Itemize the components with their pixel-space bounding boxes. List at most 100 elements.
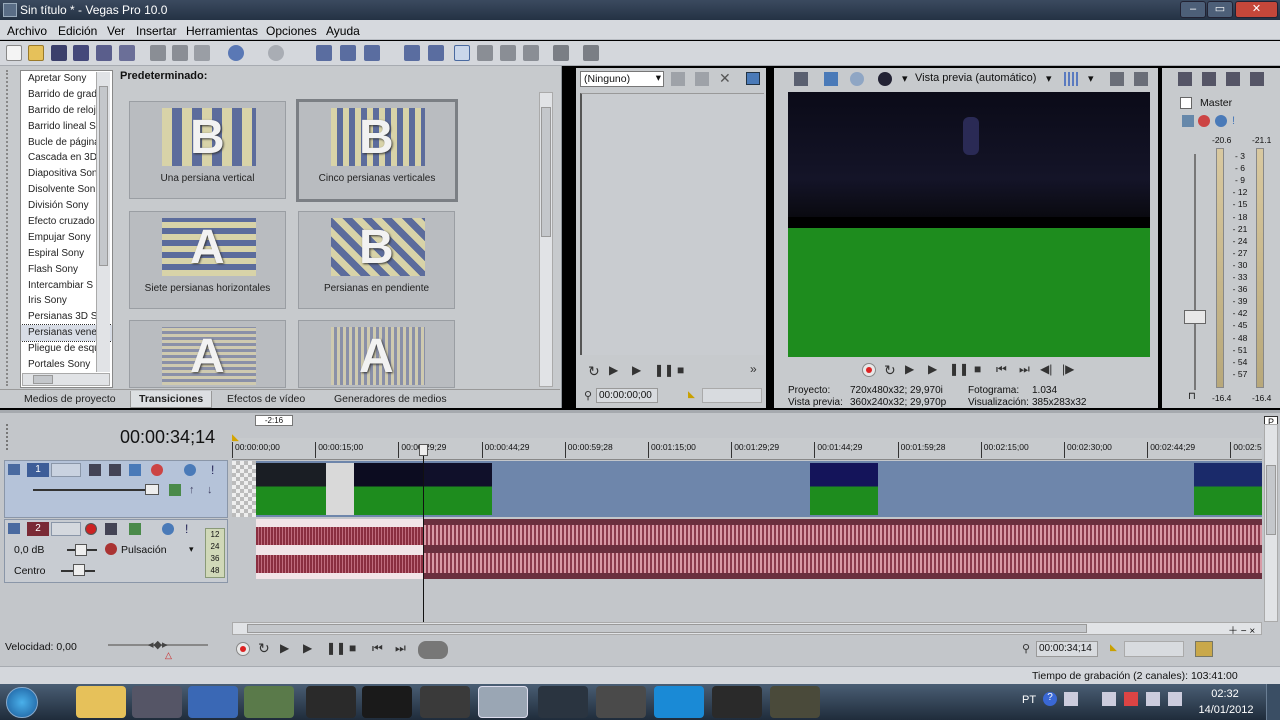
timeline-horizontal-scrollbar[interactable] — [232, 622, 1262, 635]
solo-icon[interactable]: ! — [185, 522, 188, 536]
chevron-down-icon[interactable]: ▾ — [189, 544, 194, 555]
list-horizontal-scrollbar[interactable] — [22, 373, 110, 386]
paste-icon[interactable] — [194, 45, 210, 61]
scroll-thumb[interactable] — [33, 375, 53, 384]
make-compositing-child-icon[interactable]: ↑ — [189, 484, 195, 496]
tab-efectos-de-video[interactable]: Efectos de vídeo — [227, 393, 305, 405]
tab-generadores-de-medios[interactable]: Generadores de medios — [334, 393, 447, 405]
track-collapse-icon[interactable] — [8, 464, 20, 475]
pulse-gear-icon[interactable] — [105, 543, 117, 555]
undo-icon[interactable] — [228, 45, 244, 61]
pan-slider[interactable] — [73, 564, 85, 576]
render-icon[interactable] — [96, 45, 112, 61]
pause-icon[interactable]: ❚❚ — [654, 363, 674, 377]
trimmer-tool-icon[interactable] — [671, 72, 685, 86]
solo-icon[interactable]: ! — [211, 463, 214, 477]
help-icon[interactable]: ? — [1043, 692, 1057, 706]
bypass-icon[interactable] — [1215, 115, 1227, 127]
zoom-controls[interactable]: ＋ − × — [1228, 622, 1278, 637]
chevron-down-icon[interactable]: ▾ — [1088, 72, 1094, 85]
help-pointer-icon[interactable] — [583, 45, 599, 61]
skype-taskbar-icon[interactable] — [654, 686, 704, 718]
play-icon[interactable]: ▶ — [928, 362, 937, 376]
cursor-app-taskbar-icon[interactable] — [188, 686, 238, 718]
browser-taskbar-icon[interactable] — [306, 686, 356, 718]
mute-icon[interactable] — [184, 464, 196, 476]
downmix-icon[interactable] — [1202, 72, 1216, 86]
app-taskbar-icon[interactable] — [770, 686, 820, 718]
menu-ayuda[interactable]: Ayuda — [326, 24, 360, 38]
assignable-fx-icon[interactable] — [1250, 72, 1264, 86]
vegas-taskbar-icon[interactable] — [478, 686, 528, 718]
menu-ver[interactable]: Ver — [107, 24, 125, 38]
track-gear-icon[interactable] — [151, 464, 163, 476]
audio-track-lane[interactable] — [232, 519, 1262, 579]
zoom-tool-icon[interactable] — [523, 45, 539, 61]
copy-snapshot-icon[interactable] — [1110, 72, 1124, 86]
timeline-ruler[interactable]: 00:00:00;0000:00:15;0000:00:29;2900:00:4… — [232, 438, 1262, 460]
tray-icon[interactable] — [1146, 692, 1160, 706]
close-icon[interactable]: ✕ — [719, 70, 731, 87]
menu-archivo[interactable]: Archivo — [7, 24, 47, 38]
invert-phase-icon[interactable] — [105, 523, 117, 535]
app-taskbar-icon[interactable] — [596, 686, 646, 718]
audio-clip-selected[interactable] — [256, 519, 424, 579]
save-as-icon[interactable] — [73, 45, 89, 61]
go-to-start-icon[interactable]: ⏮ — [372, 641, 383, 656]
play-from-start-icon[interactable]: ▶ — [905, 362, 914, 376]
menu-herramientas[interactable]: Herramientas — [186, 24, 258, 38]
app-taskbar-icon[interactable] — [538, 686, 588, 718]
arm-record-icon[interactable] — [85, 523, 97, 535]
properties-icon[interactable] — [119, 45, 135, 61]
fx-icon[interactable] — [1198, 115, 1210, 127]
tab-transiciones[interactable]: Transiciones — [130, 391, 213, 408]
menu-edicion[interactable]: Edición — [58, 24, 97, 38]
mute-icon[interactable] — [162, 523, 174, 535]
app-taskbar-icon[interactable] — [712, 686, 762, 718]
loop-marker-icon[interactable]: ◣ — [232, 432, 239, 443]
snap-icon[interactable] — [316, 45, 332, 61]
video-clip[interactable] — [354, 463, 424, 515]
compositing-mode-icon[interactable] — [169, 484, 181, 496]
stop-icon[interactable]: ■ — [974, 362, 981, 376]
menu-opciones[interactable]: Opciones — [266, 24, 317, 38]
presets-scrollbar[interactable] — [539, 92, 553, 387]
dock-grip[interactable] — [6, 424, 12, 450]
preset-card[interactable]: A — [298, 320, 455, 388]
prev-frame-icon[interactable]: ◀| — [1040, 362, 1052, 376]
loop-icon[interactable]: ↻ — [258, 640, 270, 657]
make-compositing-parent-icon[interactable]: ↓ — [207, 484, 213, 496]
more-chevron-icon[interactable]: » — [750, 362, 757, 376]
go-to-start-icon[interactable]: ⏮ — [996, 362, 1007, 377]
auto-crossfade-icon[interactable] — [340, 45, 356, 61]
audio-clip[interactable] — [424, 519, 1262, 579]
stop-icon[interactable]: ■ — [349, 641, 356, 655]
menu-insertar[interactable]: Insertar — [136, 24, 177, 38]
preset-card[interactable]: B Persianas en pendiente — [298, 211, 455, 309]
open-folder-icon[interactable] — [28, 45, 44, 61]
minimize-button[interactable]: – — [1180, 1, 1206, 18]
playhead-cursor[interactable] — [423, 444, 424, 634]
video-clip[interactable] — [810, 463, 878, 515]
track-fx-icon[interactable] — [129, 523, 141, 535]
selection-tool-icon[interactable] — [500, 45, 516, 61]
scroll-thumb[interactable] — [541, 107, 551, 237]
preview-fx-icon[interactable] — [850, 72, 864, 86]
envelope-tool-icon[interactable] — [477, 45, 493, 61]
monitor-icon[interactable] — [746, 72, 760, 85]
play-icon[interactable]: ▶ — [632, 363, 641, 377]
mixer-icon[interactable] — [1178, 72, 1192, 86]
preview-properties-icon[interactable] — [794, 72, 808, 86]
clock-time[interactable]: 02:32 — [1200, 688, 1250, 700]
maximize-button[interactable]: ▭ — [1207, 1, 1233, 18]
list-vertical-scrollbar[interactable] — [96, 72, 110, 372]
loop-icon[interactable]: ↻ — [884, 362, 896, 379]
app-taskbar-icon[interactable] — [420, 686, 470, 718]
preset-card[interactable]: A — [129, 320, 286, 388]
video-clip[interactable] — [424, 463, 492, 515]
scroll-thumb[interactable] — [247, 624, 1087, 633]
network-app-taskbar-icon[interactable] — [244, 686, 294, 718]
show-desktop-button[interactable] — [1266, 684, 1280, 720]
new-file-icon[interactable] — [6, 45, 22, 61]
go-to-end-icon[interactable]: ⏭ — [1019, 362, 1030, 377]
